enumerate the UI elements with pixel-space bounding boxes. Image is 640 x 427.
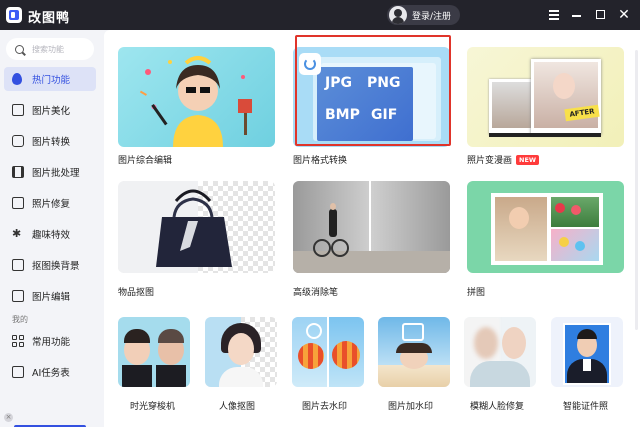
card-remove-watermark[interactable]: 图片去水印 <box>292 317 364 412</box>
card-label: 照片变漫画 NEW <box>467 153 540 166</box>
card-label: 拼图 <box>467 288 486 298</box>
card-thumbnail <box>205 317 277 387</box>
card-label: 图片加水印 <box>388 402 434 412</box>
sidebar-item-convert[interactable]: 图片转换 <box>4 129 96 153</box>
close-icon[interactable]: ✕ <box>614 5 634 25</box>
sidebar-item-label: 照片修复 <box>32 199 71 210</box>
login-label: 登录/注册 <box>412 11 452 22</box>
card-label: 图片去水印 <box>302 402 348 412</box>
maximize-icon[interactable] <box>591 5 611 25</box>
sidebar-item-favorites[interactable]: 常用功能 <box>4 329 96 353</box>
card-thumbnail <box>464 317 536 387</box>
watermark-icon <box>402 323 424 341</box>
title-bar: 改图鸭 登录/注册 ✕ <box>0 0 640 30</box>
sidebar-item-label: AI任务表 <box>32 368 70 379</box>
avatar-icon <box>389 6 407 24</box>
card-photo-to-comic[interactable]: AFTER 照片变漫画 NEW <box>467 47 624 166</box>
card-thumbnail <box>551 317 623 387</box>
card-label: 人像抠图 <box>219 402 256 412</box>
card-thumbnail <box>467 181 624 273</box>
card-format-convert[interactable]: JPG PNG BMP GIF 图片格式转换 <box>293 47 450 166</box>
sidebar-item-label: 图片美化 <box>32 106 71 117</box>
card-portrait-cutout[interactable]: 人像抠图 <box>205 317 277 412</box>
format-jpg: JPG <box>325 75 352 91</box>
sidebar-item-cutout[interactable]: 抠图换背景 <box>4 253 96 277</box>
sidebar-item-beautify[interactable]: 图片美化 <box>4 98 96 122</box>
format-bmp: BMP <box>325 107 360 123</box>
login-button[interactable]: 登录/注册 <box>387 5 460 25</box>
sidebar-item-ai-tasks[interactable]: AI任务表 <box>4 360 96 384</box>
sidebar-item-label: 图片批处理 <box>32 168 80 179</box>
card-label: 智能证件照 <box>563 402 609 412</box>
card-collage[interactable]: 拼图 <box>467 181 624 298</box>
card-image-edit[interactable]: 图片综合编辑 <box>118 47 275 166</box>
refresh-icon <box>299 53 321 75</box>
batch-icon <box>12 166 24 178</box>
repair-icon <box>12 197 24 209</box>
card-time-machine[interactable]: 时光穿梭机 <box>118 317 190 412</box>
sidebar-item-label: 热门功能 <box>32 75 71 86</box>
task-list-icon <box>12 366 24 378</box>
handbag-illustration <box>156 189 232 267</box>
sidebar-item-label: 图片转换 <box>32 137 71 148</box>
card-thumbnail <box>292 317 364 387</box>
sidebar-item-batch[interactable]: 图片批处理 <box>4 160 96 184</box>
card-thumbnail: AFTER <box>467 47 624 147</box>
sidebar-item-hot[interactable]: 热门功能 <box>4 67 96 91</box>
new-badge: NEW <box>516 155 540 165</box>
card-label: 物品抠图 <box>118 288 155 298</box>
grid-icon <box>12 335 24 347</box>
sidebar-item-label: 抠图换背景 <box>32 261 80 272</box>
card-label: 图片综合编辑 <box>118 156 173 166</box>
sidebar-item-repair[interactable]: 照片修复 <box>4 191 96 215</box>
flame-icon <box>12 73 24 85</box>
card-add-watermark[interactable]: 图片加水印 <box>378 317 450 412</box>
sparkle-icon: ✱ <box>12 227 22 240</box>
card-thumbnail <box>118 317 190 387</box>
search-icon <box>15 44 24 54</box>
card-label: 模糊人脸修复 <box>470 402 525 412</box>
eraser-icon <box>306 323 322 339</box>
sidebar: 热门功能 图片美化 图片转换 图片批处理 照片修复 ✱ 趣味特效 抠图换背景 图… <box>0 30 104 427</box>
card-thumbnail <box>118 47 275 147</box>
sidebar-item-effects[interactable]: ✱ 趣味特效 <box>4 222 96 246</box>
sidebar-item-label: 常用功能 <box>32 337 71 348</box>
section-label-mine: 我的 <box>12 315 28 324</box>
sidebar-item-label: 趣味特效 <box>32 230 71 241</box>
card-label: 图片格式转换 <box>293 156 348 166</box>
search-input[interactable] <box>32 44 92 54</box>
minimize-icon[interactable] <box>567 5 587 25</box>
card-thumbnail <box>293 181 450 273</box>
card-thumbnail <box>118 181 275 273</box>
edit-icon <box>12 290 24 302</box>
girl-illustration <box>139 56 252 147</box>
card-thumbnail: JPG PNG BMP GIF <box>293 47 450 147</box>
image-beautify-icon <box>12 104 24 116</box>
app-logo-icon <box>6 7 22 23</box>
format-gif: GIF <box>371 107 398 123</box>
convert-icon <box>12 135 24 147</box>
card-thumbnail <box>378 317 450 387</box>
card-advanced-eraser[interactable]: 高级消除笔 <box>293 181 450 298</box>
card-label-text: 照片变漫画 <box>467 156 513 166</box>
card-smart-id-photo[interactable]: 智能证件照 <box>551 317 623 412</box>
card-object-cutout[interactable]: 物品抠图 <box>118 181 275 298</box>
search-box[interactable] <box>6 38 94 60</box>
scrollbar[interactable] <box>635 50 638 330</box>
cutout-icon <box>12 259 24 271</box>
app-title: 改图鸭 <box>28 11 71 26</box>
format-png: PNG <box>367 75 401 91</box>
card-label: 高级消除笔 <box>293 288 339 298</box>
card-label: 时光穿梭机 <box>130 402 176 412</box>
menu-icon[interactable] <box>544 5 564 25</box>
sidebar-item-edit[interactable]: 图片编辑 <box>4 284 96 308</box>
card-blur-face-repair[interactable]: 模糊人脸修复 <box>464 317 536 412</box>
sidebar-item-label: 图片编辑 <box>32 292 71 303</box>
collapse-icon[interactable]: × <box>4 413 13 422</box>
